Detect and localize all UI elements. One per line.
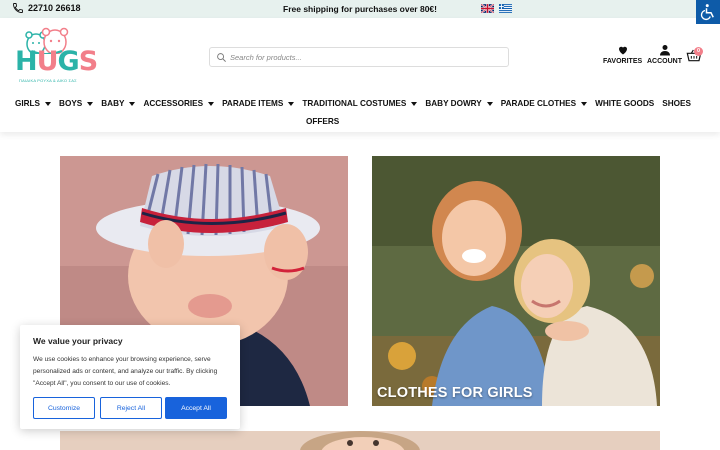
nav-item-offers[interactable]: OFFERS xyxy=(306,117,339,126)
nav-item-parade-clothes[interactable]: PARADE CLOTHES xyxy=(501,99,588,108)
heart-icon xyxy=(618,46,627,55)
cookie-text: We use cookies to enhance your browsing … xyxy=(33,356,218,387)
shipping-notice: Free shipping for purchases over 80€! xyxy=(283,4,437,14)
chevron-down-icon xyxy=(129,101,136,106)
nav-item-boys[interactable]: BOYS xyxy=(59,99,94,108)
cookie-title: We value your privacy xyxy=(33,336,123,346)
main-nav: GIRLS BOYS BABY ACCESSORIES PARADE ITEMS… xyxy=(15,99,715,126)
chevron-down-icon xyxy=(411,101,418,106)
chevron-down-icon xyxy=(87,101,94,106)
category-tile-baby[interactable] xyxy=(60,431,660,450)
baby-photo xyxy=(60,431,660,450)
phone-number: 22710 26618 xyxy=(28,3,81,13)
girls-hugging-photo xyxy=(372,156,660,406)
wheelchair-icon xyxy=(700,4,714,21)
accept-all-button[interactable]: Accept All xyxy=(165,397,227,419)
search-input[interactable] xyxy=(230,49,500,65)
language-switcher xyxy=(481,4,512,13)
nav-item-baby[interactable]: BABY xyxy=(101,99,136,108)
nav-item-parade-items[interactable]: PARADE ITEMS xyxy=(222,99,295,108)
hugs-logo[interactable]: HUGS ΠΑΙΔΙΚΑ ΡΟΥΧΑ & ΔΙΚΟ ΣΑΣ xyxy=(14,24,98,90)
user-icon xyxy=(659,45,670,56)
category-tile-girls[interactable]: CLOTHES FOR GIRLS xyxy=(372,156,660,406)
site-header: HUGS ΠΑΙΔΙΚΑ ΡΟΥΧΑ & ΔΙΚΟ ΣΑΣ FAVORITES … xyxy=(0,18,720,132)
nav-item-girls[interactable]: GIRLS xyxy=(15,99,52,108)
search-icon[interactable] xyxy=(216,52,227,63)
chevron-down-icon xyxy=(581,101,588,106)
search-bar xyxy=(209,47,509,67)
greek-flag-icon[interactable] xyxy=(499,4,512,13)
account-button[interactable]: ACCOUNT xyxy=(647,44,682,65)
chevron-down-icon xyxy=(208,101,215,106)
accessibility-button[interactable] xyxy=(696,0,720,24)
logo-wordmark: HUGS xyxy=(15,46,98,77)
chevron-down-icon xyxy=(45,101,52,106)
nav-item-accessories[interactable]: ACCESSORIES xyxy=(143,99,215,108)
favorites-label: FAVORITES xyxy=(603,58,643,65)
phone-link[interactable]: 22710 26618 xyxy=(12,2,81,14)
top-bar: 22710 26618 Free shipping for purchases … xyxy=(0,0,720,18)
customize-button[interactable]: Customize xyxy=(33,397,95,419)
nav-item-baby-dowry[interactable]: BABY DOWRY xyxy=(425,99,493,108)
nav-item-traditional-costumes[interactable]: TRADITIONAL COSTUMES xyxy=(302,99,418,108)
cart-count-badge: 0 xyxy=(694,47,703,56)
chevron-down-icon xyxy=(486,101,493,106)
girls-category-label[interactable]: CLOTHES FOR GIRLS xyxy=(377,385,533,401)
uk-flag-icon[interactable] xyxy=(481,4,494,13)
reject-all-button[interactable]: Reject All xyxy=(100,397,162,419)
nav-item-shoes[interactable]: SHOES xyxy=(662,99,691,108)
phone-icon xyxy=(13,3,23,13)
account-label: ACCOUNT xyxy=(647,58,682,65)
favorites-button[interactable]: FAVORITES xyxy=(603,44,642,65)
chevron-down-icon xyxy=(288,101,295,106)
logo-tagline: ΠΑΙΔΙΚΑ ΡΟΥΧΑ & ΔΙΚΟ ΣΑΣ xyxy=(19,78,77,83)
cookie-consent-dialog: We value your privacy We use cookies to … xyxy=(20,325,240,429)
nav-item-white-goods[interactable]: WHITE GOODS xyxy=(595,99,654,108)
